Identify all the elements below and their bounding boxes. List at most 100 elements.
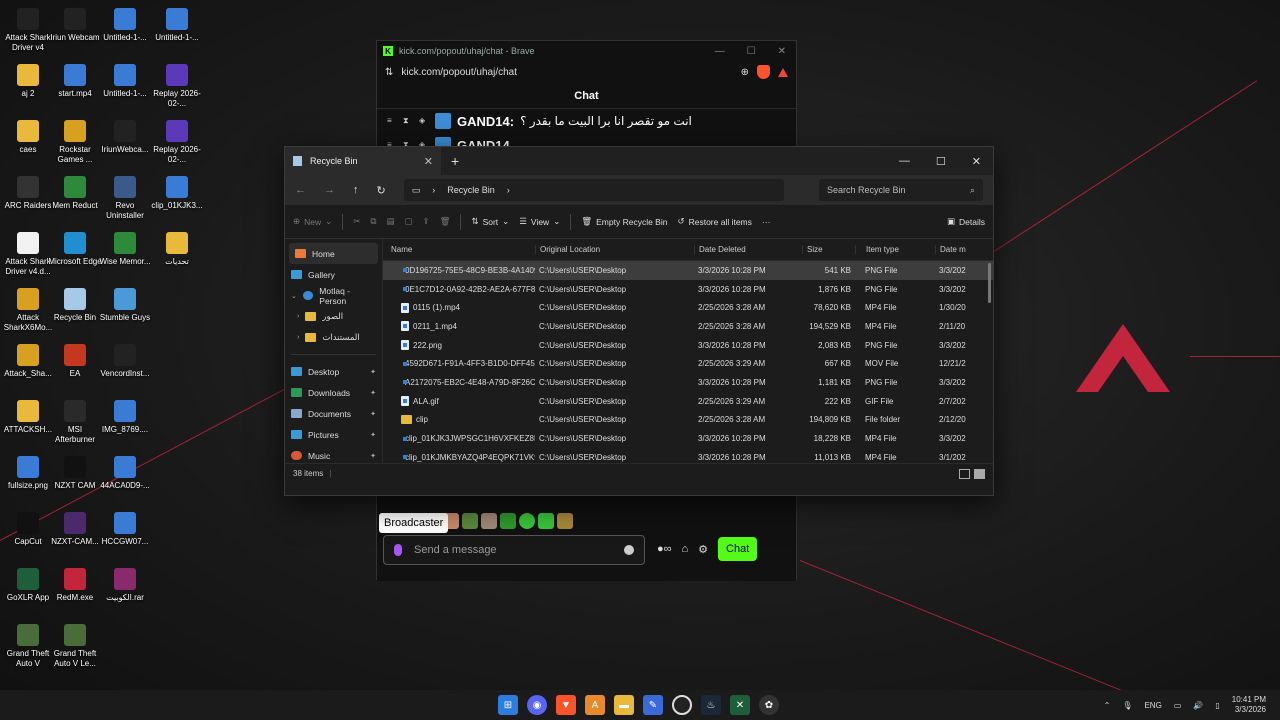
new-tab-button[interactable]: + (441, 153, 469, 169)
delete-icon[interactable]: 🗑 (440, 216, 451, 227)
brave-icon[interactable]: ▼ (556, 695, 576, 715)
desktop-icon[interactable]: start.mp4 (47, 64, 103, 99)
chevron-up-icon[interactable]: ⌃ (1104, 701, 1111, 710)
nav-onedrive[interactable]: ⌄ Motlaq - Person (285, 285, 382, 306)
microphone-icon[interactable]: 🎙 (1122, 701, 1132, 710)
desktop-icon[interactable]: Untitled-1-... (97, 8, 153, 43)
column-date-deleted[interactable]: Date Deleted (694, 245, 802, 254)
network-icon[interactable]: ▭ (1174, 701, 1182, 710)
nav-home[interactable]: Home (289, 243, 378, 264)
discord-icon[interactable]: ◉ (527, 695, 547, 715)
nav-downloads[interactable]: Downloads ✦ (285, 382, 382, 403)
file-name[interactable]: A2172075-EB2C-4E48-A79D-8F26C... (383, 377, 535, 387)
desktop-icon[interactable]: Wise Memor... (97, 232, 153, 267)
view-button[interactable]: ☰ View ⌄ (519, 216, 560, 227)
emote-icon[interactable] (557, 513, 573, 529)
chevron-right-icon[interactable]: › (507, 185, 510, 195)
brave-rewards-icon[interactable] (778, 67, 788, 77)
desktop-icon[interactable]: Rockstar Games ... (47, 120, 103, 165)
table-row[interactable]: clip C:\Users\USER\Desktop 2/25/2026 3:28 … (383, 411, 993, 430)
back-arrow-icon[interactable]: ← (295, 184, 306, 196)
file-explorer-icon[interactable]: ▬ (614, 695, 634, 715)
desktop-icon[interactable]: Iriun Webcam (47, 8, 103, 43)
minimize-button[interactable]: — (715, 46, 725, 57)
file-name[interactable]: 0115 (1).mp4 (383, 302, 535, 313)
nav-documents[interactable]: Documents ✦ (285, 403, 382, 424)
close-button[interactable]: ✕ (778, 46, 786, 57)
table-row[interactable]: 0D196725-75E5-48C9-BE3B-4A1409... C:\User… (383, 261, 993, 280)
language-indicator[interactable]: ENG (1144, 701, 1161, 710)
file-name[interactable]: clip (383, 415, 535, 425)
restore-all-button[interactable]: ↺ Restore all items (677, 216, 751, 227)
nav-pictures[interactable]: Pictures ✦ (285, 424, 382, 445)
pin-icon[interactable]: ✦ (370, 452, 376, 460)
scrollbar[interactable] (988, 263, 991, 303)
desktop-icon[interactable]: Grand Theft Auto V Le... (47, 624, 103, 669)
tiles-view-icon[interactable] (974, 468, 985, 479)
nav-documents-ar[interactable]: › المستندات (285, 327, 382, 348)
file-name[interactable]: 4592D671-F91A-4FF3-B1D0-DFF453... (383, 359, 535, 369)
monitor-icon[interactable]: ▭ (412, 185, 421, 196)
file-name[interactable]: clip_01KJMKBYAZQ4P4EQPK71VK9... (383, 452, 535, 462)
rewards-icon[interactable]: ●∞ (657, 543, 672, 555)
details-view-icon[interactable] (959, 468, 970, 479)
column-item-type[interactable]: Item type (855, 245, 935, 254)
desktop-icon[interactable]: NZXT-CAM... (47, 512, 103, 547)
desktop-icon[interactable]: تحديات (149, 232, 205, 267)
chevron-right-icon[interactable]: › (297, 313, 299, 320)
chevron-right-icon[interactable]: › (297, 334, 299, 341)
desktop-icon[interactable]: IriunWebca... (97, 120, 153, 155)
share-icon[interactable]: ⇪ (423, 216, 430, 227)
close-tab-icon[interactable]: ✕ (424, 155, 433, 168)
minimize-button[interactable]: — (899, 155, 910, 168)
pin-icon[interactable]: ✦ (370, 431, 376, 439)
file-name[interactable]: clip_01KJK3JWPSGC1H6VXFKEZ8P... (383, 434, 535, 444)
file-name[interactable]: 0E1C7D12-0A92-42B2-AE2A-677F8... (383, 284, 535, 294)
maximize-button[interactable]: ☐ (747, 46, 756, 57)
table-row[interactable]: 4592D671-F91A-4FF3-B1D0-DFF453... C:\User… (383, 354, 993, 373)
desktop-icon[interactable]: الكوبيت.rar (97, 568, 153, 603)
message-input-box[interactable] (383, 535, 645, 565)
table-row[interactable]: ALA.gif C:\Users\USER\Desktop 2/25/2026 3:… (383, 392, 993, 411)
chat-send-button[interactable]: Chat (718, 537, 758, 561)
desktop-icon[interactable]: Microsoft Edge (47, 232, 103, 267)
rename-icon[interactable]: ▢ (405, 216, 413, 227)
up-arrow-icon[interactable]: ↑ (353, 184, 359, 196)
nav-gallery[interactable]: Gallery (285, 264, 382, 285)
store-icon[interactable]: ⌂ (682, 543, 689, 555)
forward-arrow-icon[interactable]: → (324, 184, 335, 196)
table-row[interactable]: A2172075-EB2C-4E48-A79D-8F26C... C:\Users… (383, 373, 993, 392)
paste-icon[interactable]: ▤ (386, 216, 394, 227)
recycle-bin-window[interactable]: Recycle Bin ✕ + — ☐ ✕ ← → ↑ ↻ ▭ › Recycl… (284, 146, 994, 496)
emote-icon[interactable] (538, 513, 554, 529)
explorer-title-bar[interactable]: Recycle Bin ✕ + — ☐ ✕ (285, 147, 993, 175)
file-name[interactable]: 0D196725-75E5-48C9-BE3B-4A1409... (383, 265, 535, 275)
emote-icon[interactable] (481, 513, 497, 529)
site-settings-icon[interactable]: ⇅ (385, 67, 393, 78)
explorer-tab[interactable]: Recycle Bin ✕ (285, 147, 441, 175)
emote-icon[interactable] (500, 513, 516, 529)
file-name[interactable]: ALA.gif (383, 396, 535, 407)
file-name[interactable]: 222.png (383, 340, 535, 351)
close-button[interactable]: ✕ (972, 155, 981, 168)
steam-icon[interactable]: ♨ (701, 695, 721, 715)
maximize-button[interactable]: ☐ (936, 155, 946, 168)
emote-icon[interactable] (462, 513, 478, 529)
table-row[interactable]: 0211_1.mp4 C:\Users\USER\Desktop 2/25/2026… (383, 317, 993, 336)
desktop-icon[interactable]: Untitled-1-... (97, 64, 153, 99)
desktop-icon[interactable]: clip_01KJK3... (149, 176, 205, 211)
emoji-icon[interactable] (624, 545, 634, 555)
brave-address-bar[interactable]: ⇅ kick.com/popout/uhaj/chat ⊕ (377, 61, 796, 83)
sort-button[interactable]: ⇅ Sort ⌄ (471, 216, 509, 227)
goxlr-icon[interactable]: ✕ (730, 695, 750, 715)
desktop-icon[interactable]: Replay 2026-02-... (149, 120, 205, 165)
brave-title-bar[interactable]: K kick.com/popout/uhaj/chat - Brave — ☐ … (377, 41, 796, 61)
empty-recycle-bin-button[interactable]: 🗑 Empty Recycle Bin (581, 216, 667, 227)
settings-gear-icon[interactable]: ⚙ (698, 543, 708, 556)
start-button-icon[interactable]: ⊞ (498, 695, 518, 715)
more-options-button[interactable]: ··· (762, 217, 771, 227)
search-input[interactable]: Search Recycle Bin ⌕ (819, 179, 983, 201)
desktop-icon[interactable]: Revo Uninstaller (97, 176, 153, 221)
table-row[interactable]: 222.png C:\Users\USER\Desktop 3/3/2026 10:… (383, 336, 993, 355)
desktop-icon[interactable]: IMG_8769.... (97, 400, 153, 435)
